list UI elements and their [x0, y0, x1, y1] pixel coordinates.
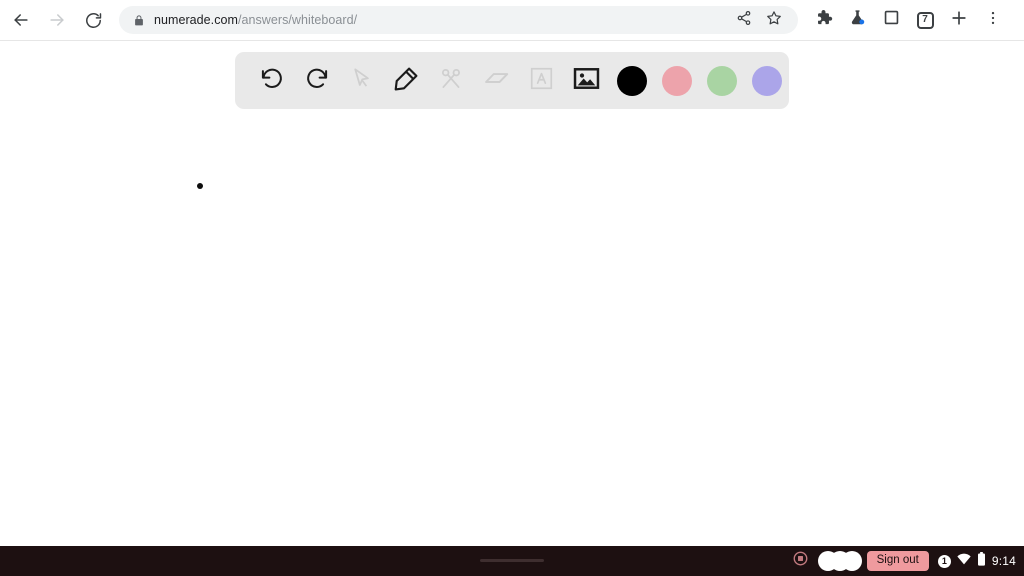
- puzzle-piece-icon: [814, 8, 833, 32]
- star-icon: [766, 10, 782, 31]
- redo-icon: [304, 65, 330, 96]
- clock: 9:14: [991, 554, 1016, 568]
- side-panel-icon: [883, 9, 900, 31]
- browser-menu-button[interactable]: [976, 3, 1010, 37]
- image-tool-button[interactable]: [564, 58, 609, 103]
- eraser-icon: [483, 64, 511, 97]
- swatch-pink: [661, 65, 692, 96]
- avatar-3: [841, 551, 862, 571]
- tab-count-badge: 7: [916, 11, 934, 29]
- swatch-purple: [751, 65, 782, 96]
- system-shelf: Sign out 1 9:14: [0, 546, 1024, 576]
- swatch-green: [706, 65, 737, 96]
- share-icon: [736, 10, 752, 31]
- redo-button[interactable]: [294, 58, 339, 103]
- pencil-icon: [393, 65, 420, 97]
- color-swatch-pink[interactable]: [654, 58, 699, 103]
- user-avatars[interactable]: [817, 551, 862, 571]
- shelf-drag-handle[interactable]: [480, 559, 544, 562]
- undo-icon: [259, 65, 285, 96]
- arrow-left-icon: [11, 10, 31, 30]
- whiteboard-toolbar: [235, 52, 789, 109]
- browser-toolbar: numerade.com/answers/whiteboard/ 7: [0, 0, 1024, 41]
- cut-tool-button[interactable]: [429, 58, 474, 103]
- status-tray[interactable]: 1 9:14: [937, 551, 1018, 571]
- browser-actions: 7: [806, 3, 1010, 37]
- notification-badge: 1: [937, 554, 951, 568]
- omnibox-actions: [730, 6, 788, 34]
- url-text: numerade.com/answers/whiteboard/: [154, 13, 357, 27]
- address-bar[interactable]: numerade.com/answers/whiteboard/: [119, 6, 798, 34]
- whiteboard-canvas[interactable]: [0, 41, 1024, 546]
- wifi-icon: [957, 552, 971, 570]
- tab-count-button[interactable]: 7: [908, 3, 942, 37]
- back-button[interactable]: [4, 3, 38, 37]
- url-path: /answers/whiteboard/: [237, 13, 358, 27]
- color-swatch-black[interactable]: [609, 58, 654, 103]
- forward-button[interactable]: [40, 3, 74, 37]
- plus-icon: [949, 8, 969, 33]
- url-domain: numerade.com: [154, 13, 238, 27]
- canvas-stroke-dot: [197, 183, 203, 189]
- arrow-right-icon: [47, 10, 67, 30]
- share-button[interactable]: [730, 6, 758, 34]
- flask-icon: [848, 8, 867, 32]
- undo-button[interactable]: [249, 58, 294, 103]
- eraser-tool-button[interactable]: [474, 58, 519, 103]
- text-tool-button[interactable]: [519, 58, 564, 103]
- navigation-buttons: [4, 3, 110, 37]
- cursor-icon: [349, 66, 374, 96]
- color-swatch-green[interactable]: [699, 58, 744, 103]
- side-panel-button[interactable]: [874, 3, 908, 37]
- reload-button[interactable]: [76, 3, 110, 37]
- pencil-tool-button[interactable]: [384, 58, 429, 103]
- record-stop-icon: [793, 551, 808, 571]
- text-box-icon: [529, 66, 554, 96]
- extensions-button[interactable]: [806, 3, 840, 37]
- bookmark-button[interactable]: [760, 6, 788, 34]
- lock-icon: [133, 14, 145, 27]
- screen-record-button[interactable]: [786, 546, 816, 576]
- reload-icon: [84, 11, 103, 30]
- color-swatch-purple[interactable]: [744, 58, 789, 103]
- shelf-status-area: Sign out 1 9:14: [786, 546, 1024, 576]
- swatch-black: [616, 65, 647, 96]
- sign-out-button[interactable]: Sign out: [866, 550, 929, 572]
- labs-button[interactable]: [840, 3, 874, 37]
- scissors-icon: [439, 66, 464, 96]
- image-icon: [573, 65, 600, 97]
- new-tab-button[interactable]: [942, 3, 976, 37]
- battery-icon: [977, 551, 986, 571]
- three-dot-menu-icon: [985, 10, 1001, 31]
- select-tool-button[interactable]: [339, 58, 384, 103]
